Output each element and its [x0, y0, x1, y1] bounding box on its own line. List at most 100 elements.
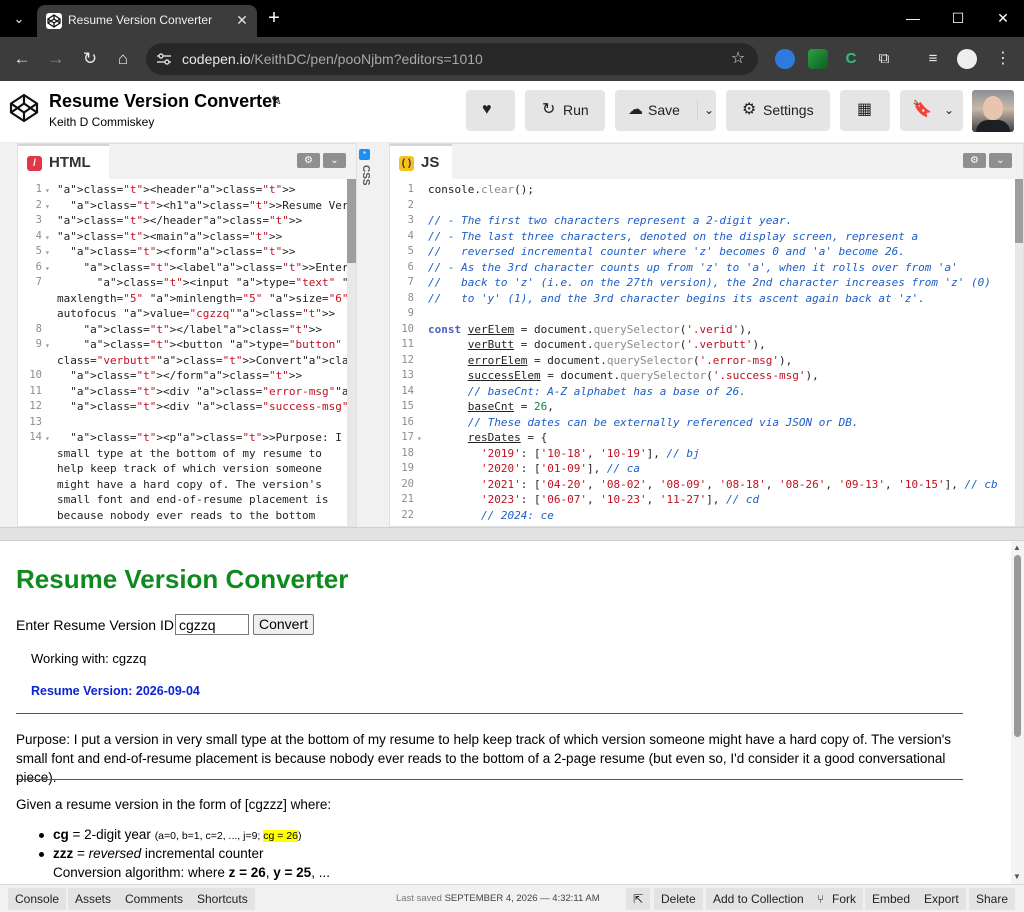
- shortcuts-button[interactable]: Shortcuts: [190, 888, 255, 910]
- reload-icon[interactable]: ↻: [77, 46, 103, 72]
- code-line: // - As the 3rd character counts up from…: [428, 260, 958, 274]
- bookmark-star-icon[interactable]: ☆: [727, 48, 749, 70]
- preview-scrollbar[interactable]: ▲ ▼: [1011, 541, 1024, 884]
- scroll-up-icon[interactable]: ▲: [1013, 543, 1021, 552]
- fork-button[interactable]: ⑂ Fork: [810, 888, 863, 910]
- extension-c-icon[interactable]: C: [841, 49, 861, 69]
- js-collapse-icon[interactable]: ⌄: [989, 153, 1012, 168]
- line-number: 18: [401, 446, 414, 459]
- fold-arrow-icon[interactable]: ▾: [45, 434, 50, 443]
- convert-button[interactable]: Convert: [253, 614, 314, 635]
- site-info-icon[interactable]: [156, 52, 172, 66]
- pen-author[interactable]: Keith D Commiskey: [49, 115, 154, 129]
- js-settings-icon[interactable]: ⚙: [963, 153, 986, 168]
- browser-tab-bar: ⌄ Resume Version Converter ✕ + — ☐ ✕: [0, 0, 1024, 37]
- media-controls-icon[interactable]: ≡: [923, 49, 943, 69]
- fold-arrow-icon[interactable]: ▾: [45, 264, 50, 273]
- working-message: Working with: cgzzq: [31, 651, 147, 666]
- list-bullet: [39, 833, 44, 838]
- code-line: autofocus "a">value="cgzzq""a">class="t"…: [57, 307, 336, 320]
- html-collapse-icon[interactable]: ⌄: [323, 153, 346, 168]
- settings-button[interactable]: ⚙ Settings: [726, 90, 830, 131]
- code-line: // to 'y' (1), and the 3rd character beg…: [428, 291, 925, 305]
- assets-button[interactable]: Assets: [68, 888, 119, 910]
- fold-arrow-icon[interactable]: ▾: [45, 202, 50, 211]
- browser-tab[interactable]: Resume Version Converter ✕: [37, 5, 257, 37]
- scroll-down-icon[interactable]: ▼: [1013, 872, 1021, 881]
- close-window-icon[interactable]: ✕: [983, 5, 1023, 31]
- maximize-icon[interactable]: ☐: [938, 5, 978, 31]
- code-line: "a">class="t"><div "a">class="error-msg"…: [70, 384, 356, 398]
- resize-divider[interactable]: [0, 527, 1024, 541]
- line-number: 12: [29, 400, 42, 412]
- js-scrollbar[interactable]: [1015, 179, 1023, 526]
- pen-title[interactable]: Resume Version Converter: [49, 91, 279, 112]
- tab-html[interactable]: / HTML: [18, 144, 109, 179]
- fold-arrow-icon[interactable]: ▾: [45, 186, 50, 195]
- edit-pencil-icon[interactable]: ✎: [271, 93, 282, 109]
- css-editor-collapsed[interactable]: * CSS: [357, 143, 372, 527]
- comments-button[interactable]: Comments: [118, 888, 191, 910]
- fold-arrow-icon[interactable]: ▾: [45, 248, 50, 257]
- line-number: 5: [35, 245, 42, 257]
- delete-button[interactable]: Delete: [654, 888, 703, 910]
- code-line: "a">class="t"></label"a">class="t">>: [83, 322, 322, 336]
- fold-arrow-icon[interactable]: ▾: [45, 341, 50, 350]
- tab-title: Resume Version Converter: [68, 13, 213, 27]
- fold-arrow-icon[interactable]: ▾: [45, 233, 50, 242]
- share-button[interactable]: Share: [969, 888, 1016, 910]
- back-arrow-icon[interactable]: ←: [9, 46, 35, 72]
- line-number: 4: [35, 229, 42, 242]
- home-icon[interactable]: ⌂: [110, 46, 136, 72]
- tab-search-chevron-icon[interactable]: ⌄: [6, 7, 32, 31]
- export-button[interactable]: Export: [917, 888, 966, 910]
- code-line: "a">class="t"><button "a">type="button": [83, 338, 342, 351]
- extension-green-icon[interactable]: [808, 49, 828, 69]
- embed-button[interactable]: Embed: [865, 888, 918, 910]
- new-tab-button[interactable]: +: [263, 8, 285, 30]
- save-chevron-icon[interactable]: ⌄: [697, 100, 714, 120]
- version-id-input[interactable]: [175, 614, 249, 635]
- line-number: 14: [401, 384, 414, 397]
- browser-menu-icon[interactable]: ⋮: [995, 47, 1011, 71]
- html-code[interactable]: 1 "a">class="t"><header"a">class="t">> 2 "…: [18, 179, 356, 526]
- code-line: // These dates can be externally referen…: [467, 415, 859, 429]
- extensions-puzzle-icon[interactable]: ⧉: [874, 49, 894, 69]
- close-tab-icon[interactable]: ✕: [233, 11, 251, 29]
- code-line: // back to 'z' (i.e. on the 27th version…: [428, 276, 991, 289]
- tab-js[interactable]: ( ) JS: [390, 144, 452, 179]
- bookmark-button[interactable]: 🔖 ⌄: [900, 90, 963, 131]
- version-id-label: Enter Resume Version ID:: [16, 617, 178, 633]
- html-scrollbar[interactable]: [347, 179, 356, 526]
- open-external-icon[interactable]: ⇱: [626, 888, 651, 910]
- profile-icon[interactable]: [957, 49, 977, 69]
- line-number: 3: [407, 214, 414, 226]
- fold-arrow-icon[interactable]: ▾: [417, 434, 422, 443]
- code-line: small font and end-of-resume placement i…: [57, 493, 329, 506]
- layout-button[interactable]: ▦: [840, 90, 890, 131]
- browser-toolbar: ← → ↻ ⌂ codepen.io/KeithDC/pen/pooNjbm?e…: [0, 37, 1024, 81]
- save-button[interactable]: ☁ Save ⌄: [615, 90, 716, 131]
- codepen-logo-icon[interactable]: [8, 92, 40, 124]
- forward-arrow-icon[interactable]: →: [43, 46, 69, 72]
- js-code[interactable]: 1 console.clear(); 2 3 // - The first two ch…: [390, 179, 1023, 526]
- code-line: errorElem = document.querySelector('.err…: [467, 353, 793, 367]
- line-number: 17: [401, 431, 414, 443]
- run-button[interactable]: ↻ Run: [525, 90, 605, 131]
- list-item-counter: zzz = reversed incremental counter: [53, 846, 264, 861]
- address-bar[interactable]: codepen.io/KeithDC/pen/pooNjbm?editors=1…: [146, 43, 758, 75]
- html-tab-label: HTML: [49, 154, 91, 171]
- given-paragraph: Given a resume version in the form of [c…: [16, 797, 332, 812]
- console-button[interactable]: Console: [8, 888, 67, 910]
- gear-icon: ⚙: [742, 101, 757, 118]
- add-to-collection-button[interactable]: Add to Collection: [706, 888, 811, 910]
- heart-button[interactable]: ♥: [466, 90, 515, 131]
- minimize-icon[interactable]: —: [893, 5, 933, 31]
- url-text: codepen.io/KeithDC/pen/pooNjbm?editors=1…: [182, 51, 483, 67]
- line-number: 13: [29, 415, 42, 428]
- extension-blue-icon[interactable]: [775, 49, 795, 69]
- code-line: // 2024: ce: [480, 508, 554, 522]
- html-settings-icon[interactable]: ⚙: [297, 153, 320, 168]
- bookmark-chevron-icon[interactable]: ⌄: [944, 100, 954, 120]
- user-avatar[interactable]: [972, 90, 1014, 132]
